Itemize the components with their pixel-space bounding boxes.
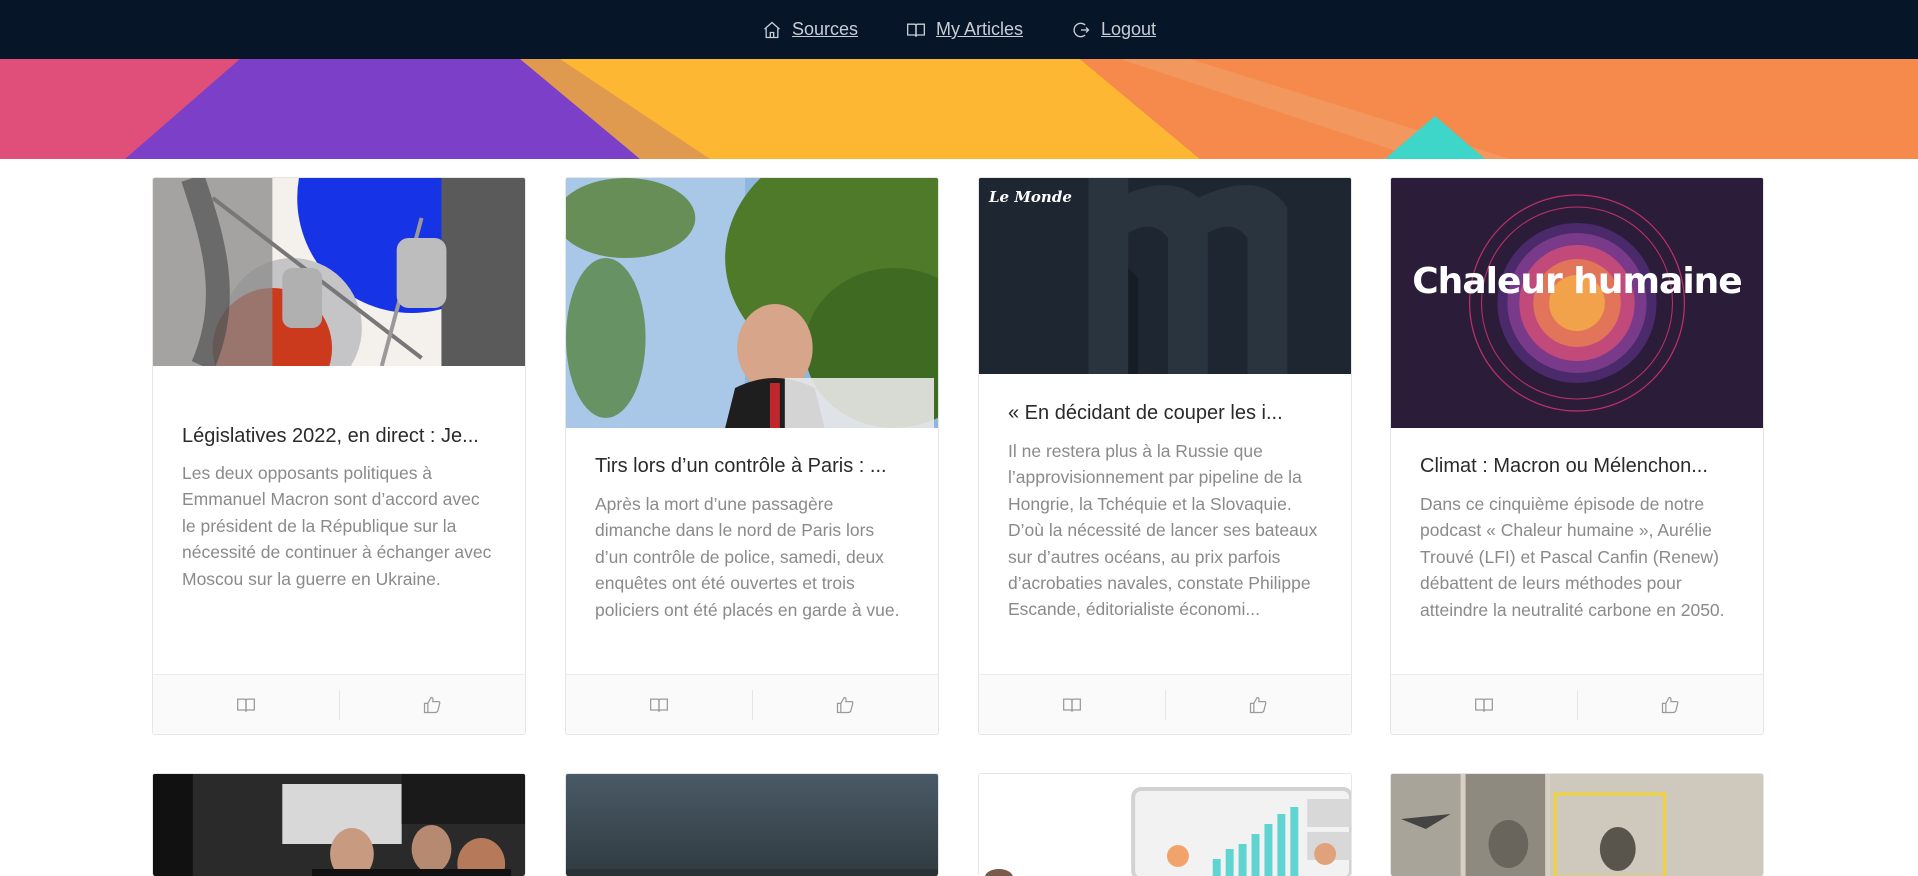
article-card[interactable]: Législatives 2022, en direct : Je... Les…: [152, 177, 526, 735]
article-card[interactable]: Le Monde « En décidant de couper les i..…: [978, 177, 1352, 735]
podcast-cover-title: Chaleur humaine: [1412, 261, 1742, 302]
article-title[interactable]: « En décidant de couper les i...: [1008, 402, 1322, 425]
article-image: [566, 774, 938, 876]
article-description: Dans ce cinquième épisode de notre podca…: [1420, 494, 1725, 620]
nav-logout-label: Logout: [1101, 19, 1157, 39]
article-title[interactable]: Tirs lors d’un contrôle à Paris : ...: [595, 455, 909, 478]
article-actions: [566, 674, 938, 734]
article-image: [153, 178, 525, 366]
book-icon: [906, 23, 925, 37]
read-article-button[interactable]: [1391, 675, 1577, 734]
article-card[interactable]: [1390, 773, 1764, 876]
article-actions: [1391, 674, 1763, 734]
article-title[interactable]: Législatives 2022, en direct : Je...: [182, 425, 496, 448]
like-article-button[interactable]: [1578, 675, 1764, 734]
book-icon: [649, 698, 668, 712]
article-image: Le Monde: [979, 178, 1351, 374]
decorative-banner: [0, 59, 1918, 159]
home-icon: [763, 21, 780, 38]
nav-sources-link[interactable]: Sources: [762, 19, 858, 40]
thumbs-up-icon: [837, 696, 854, 713]
article-title[interactable]: Climat : Macron ou Mélenchon...: [1420, 455, 1734, 478]
article-card[interactable]: [565, 773, 939, 876]
book-icon: [236, 698, 255, 712]
nav-sources-label: Sources: [791, 19, 858, 39]
article-description: Les deux opposants politiques à Emmanuel…: [182, 463, 492, 589]
thumbs-up-icon: [1662, 696, 1679, 713]
book-icon: [1474, 698, 1493, 712]
article-image: [566, 178, 938, 428]
article-image: [1391, 774, 1763, 876]
article-card[interactable]: Tirs lors d’un contrôle à Paris : ... Ap…: [565, 177, 939, 735]
like-article-button[interactable]: [1166, 675, 1352, 734]
article-card[interactable]: [152, 773, 526, 876]
nav-my-articles-link[interactable]: My Articles: [906, 19, 1023, 40]
top-navbar: Sources My Articles Logout: [0, 0, 1918, 59]
read-article-button[interactable]: [566, 675, 752, 734]
book-icon: [1062, 698, 1081, 712]
read-article-button[interactable]: [979, 675, 1165, 734]
article-description: Il ne restera plus à la Russie que l’app…: [1008, 441, 1318, 620]
article-card[interactable]: Chaleur humaine Climat : Macron ou Mélen…: [1390, 177, 1764, 735]
read-article-button[interactable]: [153, 675, 339, 734]
thumbs-up-icon: [424, 696, 441, 713]
article-description: Après la mort d’une passagère dimanche d…: [595, 494, 900, 620]
article-actions: [979, 674, 1351, 734]
article-actions: [153, 674, 525, 734]
article-image: Chaleur humaine: [1391, 178, 1763, 428]
like-article-button[interactable]: [340, 675, 526, 734]
article-card[interactable]: [978, 773, 1352, 876]
le-monde-logo: Le Monde: [989, 188, 1072, 206]
nav-logout-link[interactable]: Logout: [1071, 19, 1156, 40]
nav-my-articles-label: My Articles: [935, 19, 1023, 39]
logout-icon: [1073, 22, 1090, 37]
thumbs-up-icon: [1250, 696, 1267, 713]
article-image: [979, 774, 1351, 876]
article-image: [153, 774, 525, 876]
like-article-button[interactable]: [753, 675, 939, 734]
